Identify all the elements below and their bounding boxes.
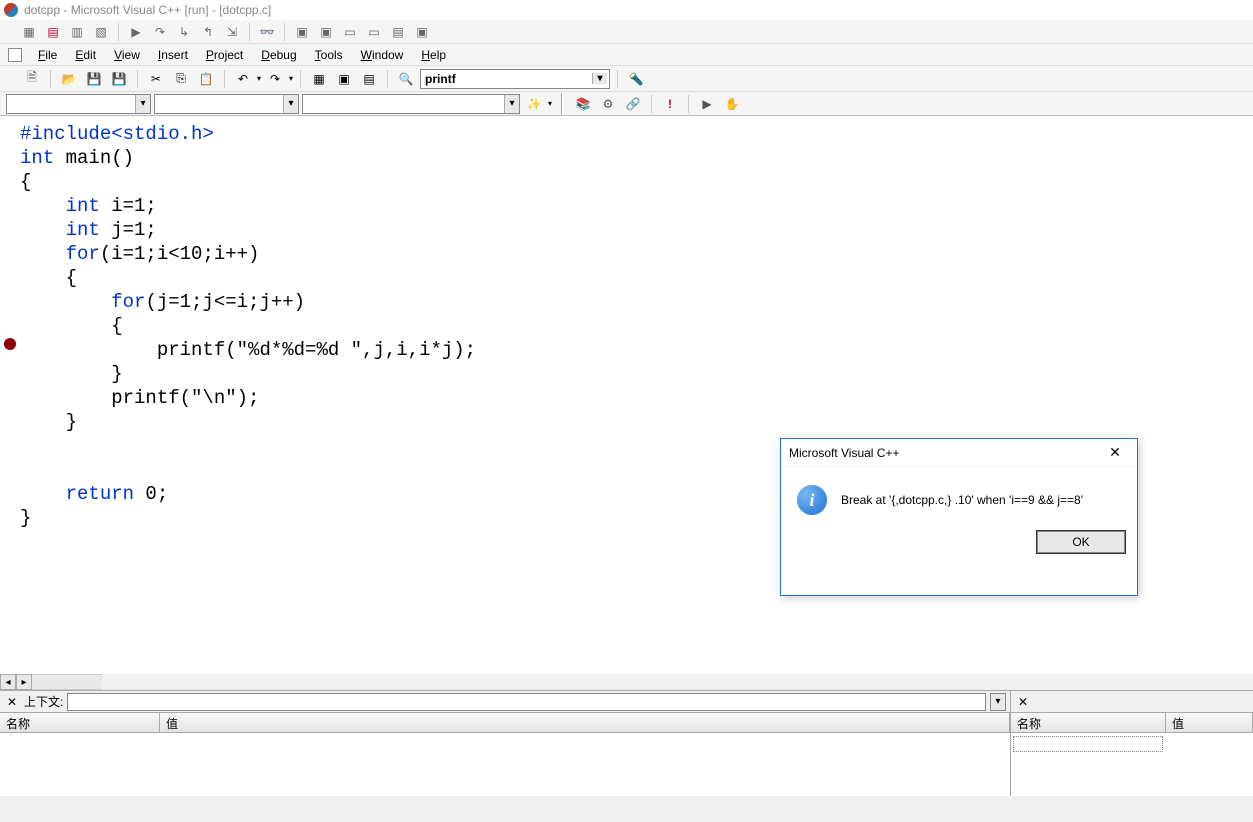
- scroll-left-icon[interactable]: ◂: [0, 674, 16, 690]
- menu-file[interactable]: File: [30, 46, 65, 64]
- watch-header: 名称 值: [1011, 713, 1253, 733]
- toolbar-standard: 🗎 📂 💾 💾 ✂ ⎘ 📋 ↶ ▾ ↷ ▾ ▦ ▣ ▤ 🔍 printf 🔦: [0, 66, 1253, 92]
- scroll-track[interactable]: [32, 674, 102, 690]
- window-icon[interactable]: ▣: [315, 22, 337, 42]
- close-icon[interactable]: ✕: [1101, 443, 1129, 463]
- undo-icon[interactable]: ↶: [232, 69, 254, 89]
- hand-icon[interactable]: ✋: [721, 94, 743, 114]
- save-icon[interactable]: 💾: [83, 69, 105, 89]
- find-in-files-icon[interactable]: 🔦: [625, 69, 647, 89]
- menu-edit[interactable]: Edit: [67, 46, 104, 64]
- dialog-message: Break at '{,dotcpp.c,} .10' when 'i==9 &…: [841, 493, 1083, 507]
- workspace-icon[interactable]: ▦: [308, 69, 330, 89]
- window-icon[interactable]: ▭: [363, 22, 385, 42]
- toolbar-debug: ▦ ▤ ▥ ▧ ▶ ↷ ↳ ↰ ⇲ 👓 ▣ ▣ ▭ ▭ ▤ ▣: [0, 20, 1253, 44]
- new-file-icon[interactable]: 🗎: [21, 69, 43, 89]
- step-over-icon[interactable]: ↷: [149, 22, 171, 42]
- compile-icon[interactable]: ⚙: [597, 94, 619, 114]
- window-icon[interactable]: ▣: [411, 22, 433, 42]
- step-icon[interactable]: ⇲: [221, 22, 243, 42]
- bottom-panes: ✕ 上下文: ▾ 名称 值 ✕ 名称 值: [0, 691, 1253, 796]
- close-pane-icon[interactable]: ✕: [4, 694, 20, 710]
- save-all-icon[interactable]: 💾: [108, 69, 130, 89]
- tool-icon[interactable]: ▦: [18, 22, 40, 42]
- info-icon: i: [797, 485, 827, 515]
- context-label: 上下文:: [24, 693, 63, 710]
- breakpoint-marker[interactable]: [4, 338, 16, 350]
- document-icon: [8, 48, 22, 62]
- menu-insert[interactable]: Insert: [150, 46, 196, 64]
- stop-build-icon[interactable]: !: [659, 94, 681, 114]
- column-name[interactable]: 名称: [1011, 713, 1166, 732]
- variables-body[interactable]: [0, 733, 1010, 796]
- watch-icon[interactable]: 👓: [256, 22, 278, 42]
- ok-button[interactable]: OK: [1037, 531, 1125, 553]
- context-dropdown-icon[interactable]: ▾: [990, 693, 1006, 711]
- variables-pane: ✕ 上下文: ▾ 名称 值: [0, 691, 1011, 796]
- column-value[interactable]: 值: [160, 713, 1010, 732]
- filter-combo[interactable]: [154, 94, 299, 114]
- redo-icon[interactable]: ↷: [264, 69, 286, 89]
- window-titlebar: dotcpp - Microsoft Visual C++ [run] - [d…: [0, 0, 1253, 20]
- tool-icon[interactable]: ▥: [66, 22, 88, 42]
- window-icon[interactable]: ▣: [291, 22, 313, 42]
- class-combo[interactable]: [6, 94, 151, 114]
- menu-view[interactable]: View: [106, 46, 148, 64]
- open-file-icon[interactable]: 📂: [58, 69, 80, 89]
- menu-help[interactable]: Help: [413, 46, 454, 64]
- tool-icon[interactable]: ▤: [42, 22, 64, 42]
- find-icon[interactable]: 🔍: [395, 69, 417, 89]
- tile-icon[interactable]: ▤: [358, 69, 380, 89]
- link-icon[interactable]: 🔗: [622, 94, 644, 114]
- build-icon[interactable]: 📚: [572, 94, 594, 114]
- app-icon: [4, 3, 18, 17]
- menu-tools[interactable]: Tools: [307, 46, 351, 64]
- copy-icon[interactable]: ⎘: [170, 69, 192, 89]
- watch-cell[interactable]: [1013, 736, 1163, 752]
- execute-icon[interactable]: ▶: [696, 94, 718, 114]
- column-value[interactable]: 值: [1166, 713, 1253, 732]
- dialog-title: Microsoft Visual C++: [789, 446, 1101, 460]
- variables-header: 名称 值: [0, 713, 1010, 733]
- window-icon[interactable]: ▤: [387, 22, 409, 42]
- toolbar-wizard: ✨ ▾ 📚 ⚙ 🔗 ! ▶ ✋: [0, 92, 1253, 116]
- step-into-icon[interactable]: ↳: [173, 22, 195, 42]
- code-editor[interactable]: #include<stdio.h> int main() { int i=1; …: [0, 116, 1253, 691]
- menu-project[interactable]: Project: [198, 46, 251, 64]
- paste-icon[interactable]: 📋: [195, 69, 217, 89]
- close-pane-icon[interactable]: ✕: [1015, 694, 1031, 710]
- context-input[interactable]: [67, 693, 986, 711]
- wand-icon[interactable]: ✨: [523, 94, 545, 114]
- column-name[interactable]: 名称: [0, 713, 160, 732]
- cut-icon[interactable]: ✂: [145, 69, 167, 89]
- window-icon[interactable]: ▭: [339, 22, 361, 42]
- break-dialog: Microsoft Visual C++ ✕ i Break at '{,dot…: [780, 438, 1138, 596]
- window-list-icon[interactable]: ▣: [333, 69, 355, 89]
- tool-icon[interactable]: ▧: [90, 22, 112, 42]
- member-combo[interactable]: [302, 94, 520, 114]
- watch-body[interactable]: [1011, 733, 1253, 796]
- code-content[interactable]: #include<stdio.h> int main() { int i=1; …: [20, 122, 476, 530]
- menu-debug[interactable]: Debug: [253, 46, 304, 64]
- window-title: dotcpp - Microsoft Visual C++ [run] - [d…: [24, 3, 271, 17]
- horizontal-scrollbar[interactable]: ◂ ▸: [0, 674, 1253, 690]
- run-icon[interactable]: ▶: [125, 22, 147, 42]
- dialog-titlebar[interactable]: Microsoft Visual C++ ✕: [781, 439, 1137, 467]
- watch-pane: ✕ 名称 值: [1011, 691, 1253, 796]
- scroll-right-icon[interactable]: ▸: [16, 674, 32, 690]
- menubar: File Edit View Insert Project Debug Tool…: [0, 44, 1253, 66]
- search-combo[interactable]: printf: [420, 69, 610, 89]
- menu-window[interactable]: Window: [353, 46, 412, 64]
- step-out-icon[interactable]: ↰: [197, 22, 219, 42]
- search-value: printf: [425, 72, 456, 86]
- editor-gutter[interactable]: [0, 116, 18, 690]
